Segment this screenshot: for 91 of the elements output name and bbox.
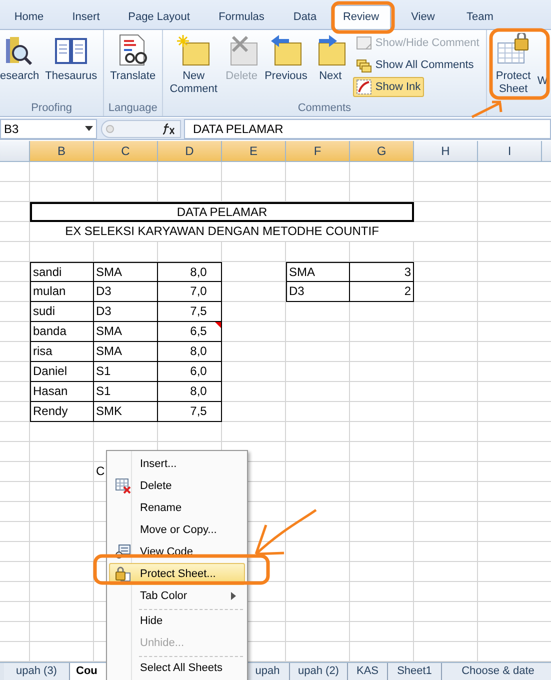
note-left-arrow-icon (268, 33, 303, 67)
column-header[interactable]: G (350, 141, 414, 161)
table-cell: D3 (94, 302, 158, 322)
comment-marker-icon (215, 322, 221, 328)
menu-item[interactable]: Hide (109, 610, 245, 632)
table-cell: 6,5 (158, 322, 222, 342)
ribbon-button[interactable]: New Comment (166, 33, 221, 96)
title-cell: DATA PELAMAR (30, 202, 414, 222)
ribbon-button[interactable]: esearch (0, 33, 42, 83)
sheet-tab[interactable]: upah (246, 663, 290, 680)
sheet-tab[interactable]: KAS (348, 663, 388, 680)
highlight-ring (489, 28, 550, 100)
ribbon-tab[interactable]: Home (0, 5, 58, 29)
ribbon-tab[interactable]: Insert (58, 5, 114, 29)
menu-item[interactable]: Delete (109, 475, 245, 497)
arrow-drawing (470, 99, 504, 119)
sheet-tab[interactable]: upah (2) (290, 663, 348, 680)
ribbon-small-button[interactable]: Show Ink (353, 77, 424, 97)
table-cell: SMA (94, 262, 158, 282)
table-cell: Daniel (30, 362, 94, 382)
menu-item[interactable]: Tab Color (109, 585, 245, 607)
column-header[interactable]: C (94, 141, 158, 161)
ribbon-tab[interactable]: Page Layout (114, 5, 204, 29)
table-cell: SMA (94, 322, 158, 342)
table-cell: banda (30, 322, 94, 342)
note-icon (356, 35, 372, 51)
ribbon-tab[interactable]: Review (331, 5, 391, 29)
ribbon-button[interactable]: Protect Sheet (491, 33, 536, 96)
ribbon-tab[interactable]: Data (279, 5, 331, 29)
table-cell: SMA (286, 262, 350, 282)
function-icon[interactable] (162, 122, 176, 134)
table-cell: mulan (30, 282, 94, 302)
menu-item[interactable]: Rename (109, 497, 245, 519)
table-cell: D3 (94, 282, 158, 302)
group-label: Proofing (30, 101, 74, 116)
table-cell: D3 (286, 282, 350, 302)
group-label: Comments (296, 101, 352, 116)
menu-item[interactable]: Select All Sheets (109, 657, 245, 679)
column-header[interactable] (0, 141, 30, 161)
circle-handle-icon (106, 124, 114, 132)
name-box[interactable]: B3 (0, 118, 97, 138)
ribbon-button[interactable]: Next (311, 33, 350, 83)
menu-item[interactable]: Move or Copy... (109, 519, 245, 541)
table-cell: SMA (94, 342, 158, 362)
table-cell: 7,0 (158, 282, 222, 302)
table-cell: Hasan (30, 382, 94, 402)
code-window-icon (115, 544, 131, 560)
table-delete-icon (115, 478, 131, 494)
table-cell: S1 (94, 362, 158, 382)
group-label: Language (107, 101, 158, 116)
table-cell: 6,0 (158, 362, 222, 382)
table-cell: risa (30, 342, 94, 362)
table-cell: 8,0 (158, 382, 222, 402)
sheet-tab[interactable]: upah (3) (4, 663, 70, 680)
sheet-tab[interactable]: Choose & date (442, 663, 551, 680)
submenu-arrow-icon (231, 592, 236, 600)
ribbon-button[interactable]: Translate (108, 33, 158, 83)
column-header[interactable]: F (286, 141, 350, 161)
table-cell: 2 (350, 282, 414, 302)
highlight-ring (331, 1, 395, 34)
ribbon-tab[interactable]: View (391, 5, 455, 29)
table-cell: 7,5 (158, 302, 222, 322)
ink-pen-icon (356, 79, 372, 95)
table-cell: 7,5 (158, 402, 222, 422)
table-cell: S1 (94, 382, 158, 402)
column-header[interactable]: D (158, 141, 222, 161)
column-header[interactable]: H (414, 141, 478, 161)
lock-sheet-icon (115, 566, 131, 582)
ribbon-button[interactable]: Thesaurus (43, 33, 100, 83)
table-cell: Rendy (30, 402, 94, 422)
formula-field[interactable]: DATA PELAMAR (184, 118, 551, 138)
column-header[interactable]: B (30, 141, 94, 161)
menu-item[interactable]: Insert... (109, 453, 245, 475)
notes-icon (356, 57, 372, 73)
ribbon-button[interactable]: Previous (262, 33, 310, 83)
table-cell: SMK (94, 402, 158, 422)
column-header[interactable]: I (478, 141, 542, 161)
table-cell: 3 (350, 262, 414, 282)
column-header[interactable] (542, 141, 551, 161)
table-cell: sudi (30, 302, 94, 322)
column-header[interactable]: E (222, 141, 286, 161)
ribbon-small-button[interactable]: Show All Comments (353, 55, 477, 75)
ribbon-tab[interactable]: Formulas (204, 5, 279, 29)
dropdown-arrow-icon (85, 126, 93, 131)
table-cell: 8,0 (158, 262, 222, 282)
new-note-icon (176, 33, 211, 67)
table-cell: sandi (30, 262, 94, 282)
arrow-drawing (252, 508, 318, 558)
table-cell: 8,0 (158, 342, 222, 362)
ribbon-tab[interactable]: Team (455, 5, 505, 29)
sheet-tab[interactable]: Sheet1 (388, 663, 442, 680)
